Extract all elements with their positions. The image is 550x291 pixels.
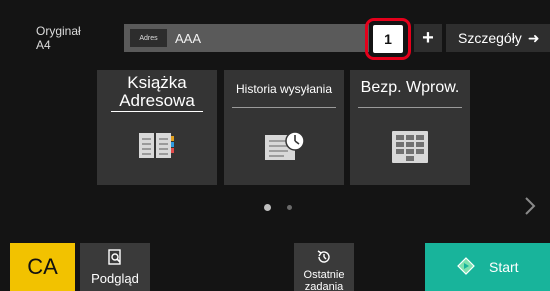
tile-divider — [232, 107, 336, 108]
page-dot — [287, 205, 292, 210]
tile-label-line2: Adresowa — [111, 92, 203, 112]
arrow-right-icon: ➜ — [527, 29, 540, 46]
recent-jobs-label: Ostatnie zadania — [294, 269, 354, 291]
start-label: Start — [489, 259, 519, 275]
keypad-icon — [390, 130, 430, 169]
tile-send-history[interactable]: Historia wysyłania — [224, 70, 344, 185]
original-size: A4 — [36, 38, 51, 52]
page-dot-active — [264, 204, 271, 211]
history-icon — [315, 248, 333, 269]
copies-count[interactable]: 1 — [373, 25, 403, 53]
recent-line2: zadania — [304, 281, 344, 291]
tile-direct-entry[interactable]: Bezp. Wprow. — [350, 70, 470, 185]
tile-label-line1: Książka — [127, 73, 187, 92]
chevron-right-icon[interactable] — [520, 193, 540, 219]
copies-highlight: 1 — [365, 18, 411, 60]
tile-direct-entry-label: Bezp. Wprow. — [360, 79, 460, 96]
preview-label: Podgląd — [91, 271, 139, 286]
page-indicator — [264, 204, 292, 211]
tile-address-book[interactable]: Książka Adresowa — [97, 70, 217, 185]
tile-divider — [358, 107, 462, 108]
clear-all-button[interactable]: CA — [10, 243, 75, 291]
address-field[interactable]: Adres AAA — [124, 24, 369, 52]
tile-send-history-label: Historia wysyłania — [235, 82, 333, 96]
start-icon — [457, 256, 475, 278]
address-tag: Adres — [130, 29, 167, 47]
recent-line1: Ostatnie — [303, 269, 345, 281]
details-label: Szczegóły — [458, 30, 522, 46]
details-button[interactable]: Szczegóły ➜ — [446, 24, 550, 52]
address-book-icon — [137, 130, 177, 167]
original-size-info: Oryginał A4 — [36, 24, 81, 52]
recent-jobs-button[interactable]: Ostatnie zadania — [294, 243, 354, 291]
add-address-button[interactable]: + — [414, 24, 442, 52]
preview-icon — [106, 248, 124, 269]
tile-address-book-label: Książka Adresowa — [97, 74, 217, 112]
preview-button[interactable]: Podgląd — [80, 243, 150, 291]
start-button[interactable]: Start — [425, 243, 550, 291]
address-value: AAA — [175, 30, 202, 46]
original-label: Oryginał — [36, 24, 81, 38]
send-history-icon — [262, 130, 306, 169]
